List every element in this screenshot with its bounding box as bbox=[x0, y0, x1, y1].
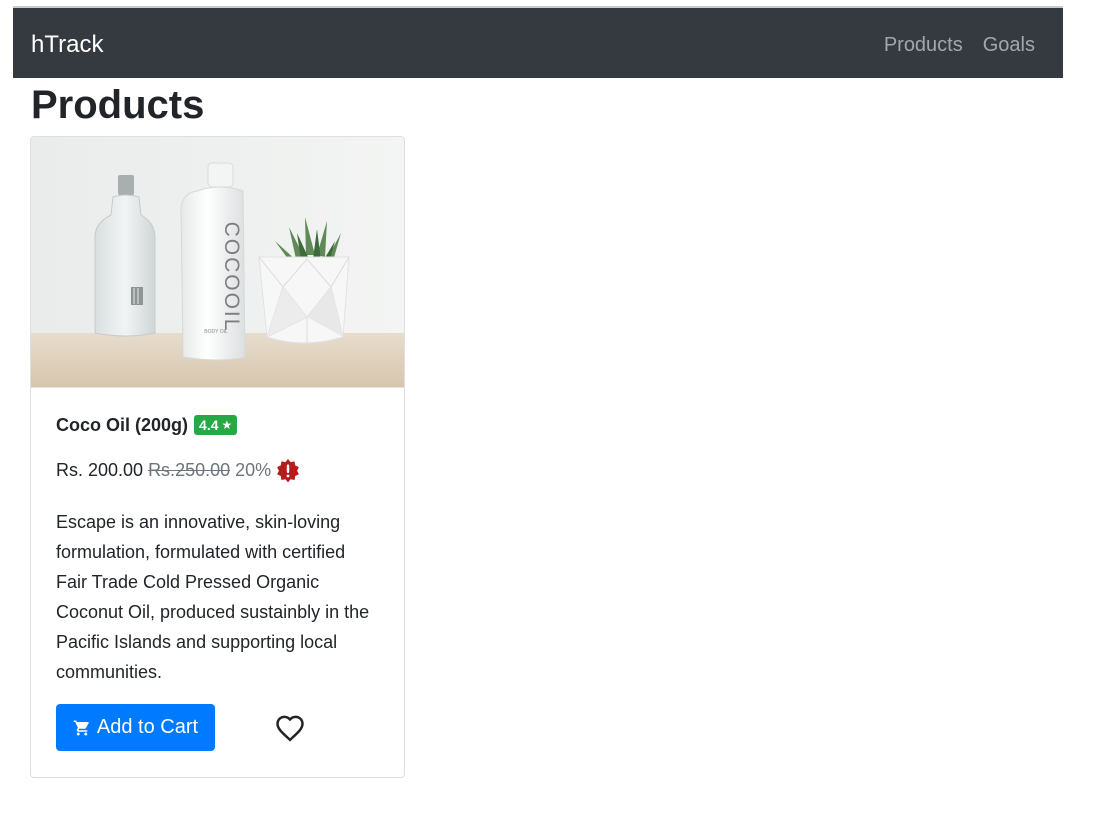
page-title: Products bbox=[31, 83, 205, 127]
product-name: Coco Oil (200g) bbox=[56, 415, 189, 435]
nav-link-products[interactable]: Products bbox=[884, 31, 963, 59]
cart-icon bbox=[73, 720, 89, 735]
navbar: hTrack Products Goals bbox=[13, 8, 1063, 78]
product-card: COCOOIL BODY OIL Coco Oil (200g) 4.4 ★ R… bbox=[30, 136, 405, 778]
product-description: Escape is an innovative, skin-loving for… bbox=[56, 512, 370, 682]
product-image: COCOOIL BODY OIL bbox=[31, 137, 404, 388]
brand-logo[interactable]: hTrack bbox=[31, 30, 103, 60]
product-title-row: Coco Oil (200g) 4.4 ★ bbox=[56, 413, 238, 437]
star-icon: ★ bbox=[221, 418, 233, 432]
alert-badge-icon bbox=[277, 459, 300, 482]
current-price: Rs. 200.00 bbox=[56, 460, 144, 480]
bottle-label-text: COCOOIL bbox=[220, 222, 243, 333]
heart-icon[interactable] bbox=[275, 714, 305, 742]
discount-percent: 20% bbox=[235, 460, 272, 480]
rating-badge: 4.4 ★ bbox=[194, 415, 238, 435]
bottle-sub-text: BODY OIL bbox=[204, 329, 228, 335]
nav-links: Products Goals bbox=[884, 31, 1035, 59]
add-to-cart-label: Add to Cart bbox=[96, 716, 199, 738]
nav-link-goals[interactable]: Goals bbox=[983, 31, 1035, 59]
rating-value: 4.4 bbox=[199, 417, 219, 433]
price-row: Rs. 200.00 Rs.250.00 20% bbox=[56, 457, 300, 483]
add-to-cart-button[interactable]: Add to Cart bbox=[56, 704, 215, 751]
original-price: Rs.250.00 bbox=[148, 460, 231, 480]
